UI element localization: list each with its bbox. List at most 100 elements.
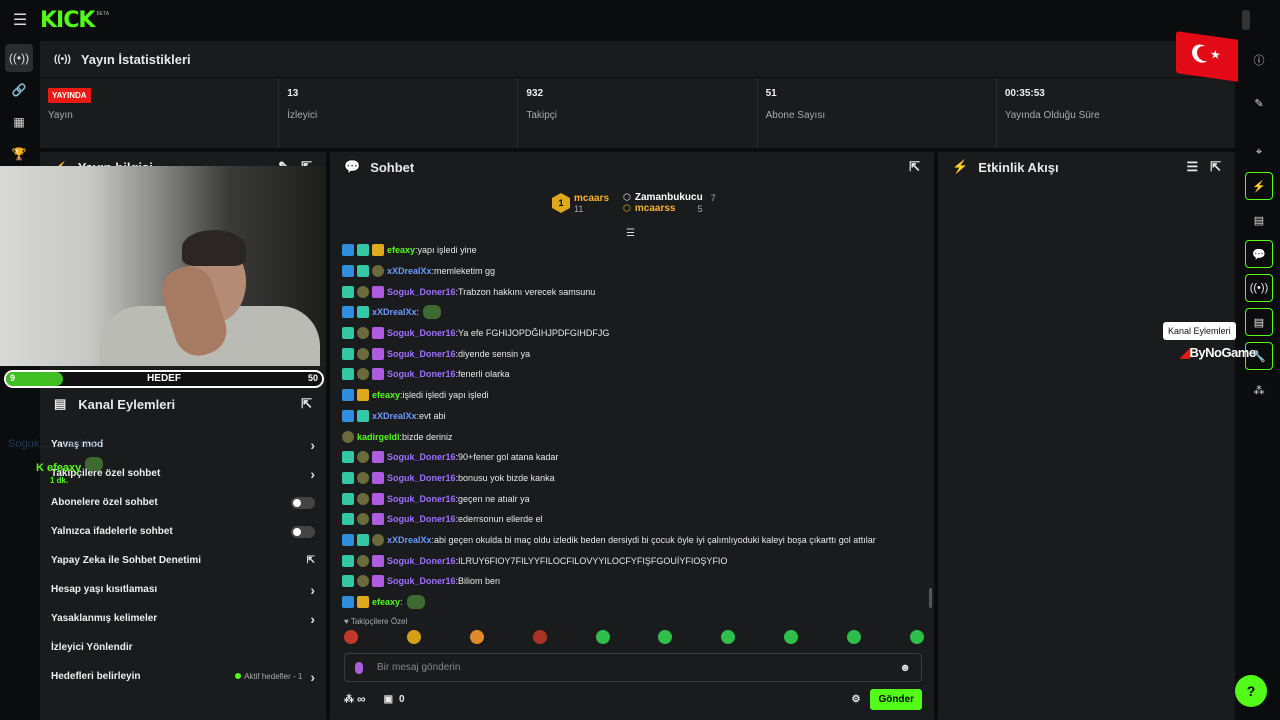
chat-username[interactable]: Soguk_Doner16: [387, 452, 456, 462]
emoji-icon[interactable]: ☻: [899, 662, 911, 674]
action-label: Yasaklanmış kelimeler: [51, 613, 158, 624]
action-raid[interactable]: İzleyici Yönlendir: [40, 633, 326, 662]
settings-icon[interactable]: ⚙: [851, 694, 860, 705]
chat-filter-icon[interactable]: ☰: [626, 228, 635, 239]
emote-button[interactable]: [847, 630, 861, 644]
bolt-icon[interactable]: ⚡: [1245, 172, 1273, 200]
popout-icon[interactable]: ⇱: [301, 396, 312, 412]
external-link-icon: ⇱: [306, 555, 315, 566]
chat-username[interactable]: efeaxy: [387, 245, 415, 255]
vip-badge-icon: [342, 368, 354, 381]
action-ai-moderation[interactable]: Yapay Zeka ile Sohbet Denetimi ⇱: [40, 546, 326, 575]
chat-username[interactable]: efeaxy: [372, 597, 400, 607]
chat-username[interactable]: Soguk_Doner16: [387, 473, 456, 483]
store-icon[interactable]: ▣: [384, 694, 393, 705]
rank-badge: 1: [552, 193, 570, 213]
leaderboard-item[interactable]: ⬡ mcaarss 5: [623, 203, 716, 214]
mic-icon[interactable]: [355, 661, 363, 674]
menu-icon[interactable]: ☰: [0, 0, 40, 40]
chat-username[interactable]: Soguk_Doner16: [387, 287, 456, 297]
kick-logo[interactable]: KICK: [40, 8, 95, 33]
emote-button[interactable]: [406, 630, 421, 644]
emote-button[interactable]: [469, 630, 484, 644]
mod-badge-icon: [342, 265, 354, 278]
link-icon[interactable]: 🔗: [5, 76, 33, 104]
chat-scrollbar[interactable]: [929, 588, 932, 608]
chat-username[interactable]: Soguk_Doner16: [387, 369, 456, 379]
action-label: Yapay Zeka ile Sohbet Denetimi: [51, 555, 202, 566]
vip-badge-icon: [342, 554, 354, 567]
emote-button[interactable]: [532, 630, 547, 644]
chat-text: evt abi: [419, 410, 446, 421]
og-badge-icon: [372, 265, 384, 278]
og-badge-icon: [357, 554, 369, 567]
sub-badge-icon: [372, 575, 384, 588]
action-account-age[interactable]: Hesap yaşı kısıtlaması ›: [40, 575, 326, 604]
filter-icon[interactable]: ☰: [1186, 159, 1198, 175]
vip-badge-icon: [357, 409, 369, 422]
channel-actions-icon[interactable]: ▤: [1245, 308, 1273, 336]
send-button[interactable]: Gönder: [870, 688, 922, 710]
popout-icon[interactable]: ⇱: [909, 159, 920, 175]
goal-label: HEDEF: [147, 373, 181, 384]
broadcast-icon[interactable]: ((•)): [5, 44, 33, 72]
chat-title: Sohbet: [370, 159, 415, 175]
subscribers-only-toggle[interactable]: [291, 496, 315, 509]
analytics-icon[interactable]: ▦: [5, 108, 33, 136]
chat-username[interactable]: xXDrealXx: [387, 266, 432, 276]
emote-button[interactable]: [595, 630, 610, 644]
chat-username[interactable]: kadirgeldi: [357, 432, 400, 442]
camera-icon[interactable]: ⌖: [1245, 138, 1273, 166]
chat-icon[interactable]: 💬: [1245, 240, 1273, 268]
chat-username[interactable]: Soguk_Doner16: [387, 556, 456, 566]
chat-username[interactable]: Soguk_Doner16: [387, 576, 456, 586]
leaderboard-item[interactable]: 1 mcaars 11: [552, 192, 609, 214]
chat-username[interactable]: Soguk_Doner16: [387, 328, 456, 338]
chat-text: Ya efe FGHIJOPDĞIHJPDFGIHDFJG: [458, 328, 610, 339]
chat-username[interactable]: xXDrealXx: [387, 535, 432, 545]
chat-message: efeaxy: işledi işledi yapı işledi: [342, 385, 922, 406]
emote-button[interactable]: [721, 630, 736, 644]
action-goals[interactable]: Hedefleri belirleyin Aktif hedefler - 1 ›: [40, 662, 326, 691]
stat-value: 51: [765, 88, 777, 99]
stat-subscribers: 51 Abone Sayısı: [758, 78, 997, 148]
chat-username[interactable]: Soguk_Doner16: [387, 514, 456, 524]
chat-username[interactable]: Soguk_Doner16: [387, 494, 456, 504]
chat-username[interactable]: Soguk_Doner16: [387, 349, 456, 359]
mod-badge-icon: [342, 244, 354, 257]
overlay-chat-time: 1 dk.: [50, 476, 69, 485]
chat-username[interactable]: xXDrealXx: [372, 307, 417, 317]
chevron-right-icon: ›: [310, 581, 315, 598]
chat-separator: :: [416, 307, 420, 318]
chat-username[interactable]: xXDrealXx: [372, 411, 417, 421]
leaderboard-count: 11: [574, 203, 584, 214]
chat-text: memleketim gg: [434, 266, 496, 277]
emote-button[interactable]: [909, 630, 924, 644]
stat-viewers: 13 İzleyici: [279, 78, 519, 148]
emote-only-toggle[interactable]: [291, 525, 315, 538]
popout-icon[interactable]: ⇱: [1210, 159, 1221, 175]
chat-text: yapı işledi yine: [417, 245, 477, 256]
broadcast-icon[interactable]: ((•)): [1245, 274, 1273, 302]
user-avatar[interactable]: [1242, 10, 1250, 30]
chat-message: Soguk_Doner16: diyende sensin ya: [342, 343, 922, 364]
emote-button[interactable]: [784, 630, 799, 644]
action-banned-words[interactable]: Yasaklanmış kelimeler ›: [40, 604, 326, 633]
chat-messages: efeaxy: yapı işledi yine xXDrealXx: memle…: [342, 240, 922, 612]
goal-bar: 9 HEDEF 50: [4, 370, 324, 388]
apps-icon[interactable]: ⁂: [1245, 376, 1273, 404]
emote-button[interactable]: [344, 630, 358, 644]
gold-badge-icon: [357, 389, 369, 402]
trophy-icon[interactable]: 🏆: [5, 140, 33, 168]
chat-input[interactable]: Bir mesaj gönderin ☻: [344, 653, 922, 682]
channel-actions-header: ▤ Kanal Eylemleri ⇱: [40, 390, 326, 418]
document-icon[interactable]: ▤: [1245, 206, 1273, 234]
help-button[interactable]: ?: [1235, 675, 1267, 707]
info-icon[interactable]: ⓘ: [1245, 46, 1273, 74]
chat-username[interactable]: efeaxy: [372, 390, 400, 400]
og-badge-icon: [357, 368, 369, 381]
edit-icon[interactable]: ✎: [1245, 89, 1273, 117]
emote-button[interactable]: [658, 630, 673, 644]
leaderboard-item[interactable]: ⬡ Zamanbukucu 7: [623, 192, 716, 203]
points-icon[interactable]: ⁂: [344, 694, 354, 705]
